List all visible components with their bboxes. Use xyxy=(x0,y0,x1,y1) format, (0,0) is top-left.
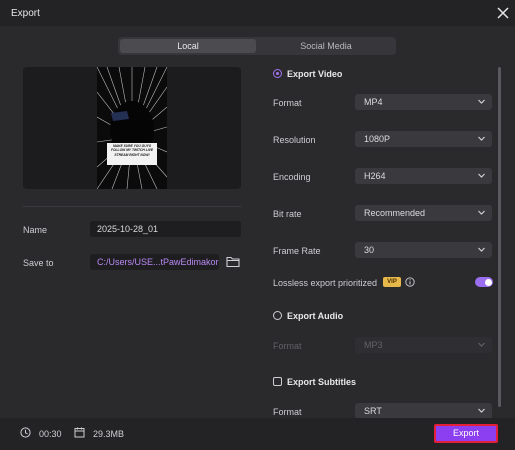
export-audio-radio[interactable] xyxy=(273,311,282,320)
file-size-icon xyxy=(74,427,85,438)
format-select[interactable]: MP4 xyxy=(355,94,492,110)
audio-format-label: Format xyxy=(273,341,302,351)
resolution-label: Resolution xyxy=(273,135,316,145)
chevron-down-icon xyxy=(478,247,485,252)
export-subtitles-label: Export Subtitles xyxy=(287,377,357,387)
encoding-label: Encoding xyxy=(273,172,311,182)
info-icon[interactable] xyxy=(405,277,415,287)
vip-badge: VIP xyxy=(383,277,401,287)
file-size-text: 29.3MB xyxy=(93,429,125,439)
chevron-down-icon xyxy=(478,136,485,141)
window-title: Export xyxy=(11,8,40,19)
lossless-label: Lossless export prioritized xyxy=(273,278,378,288)
name-label: Name xyxy=(23,225,48,235)
chevron-down-icon xyxy=(478,342,485,347)
preview-thumbnail: MAKE SURE YOU GUYS FOLLOW MY TWITCH LIVE… xyxy=(97,67,167,189)
chevron-down-icon xyxy=(478,210,485,215)
format-label: Format xyxy=(273,98,302,108)
folder-icon[interactable] xyxy=(226,255,240,268)
subtitle-format-select[interactable]: SRT xyxy=(355,403,492,419)
chevron-down-icon xyxy=(478,408,485,413)
export-audio-label: Export Audio xyxy=(287,311,344,321)
export-button[interactable]: Export xyxy=(434,424,498,443)
audio-format-select[interactable]: MP3 xyxy=(355,337,492,353)
encoding-select[interactable]: H264 xyxy=(355,168,492,184)
export-video-radio[interactable] xyxy=(273,69,282,78)
scrollbar[interactable] xyxy=(498,67,501,407)
name-input[interactable]: 2025-10-28_01 xyxy=(90,221,241,237)
lossless-toggle[interactable] xyxy=(475,277,493,287)
subtitle-format-label: Format xyxy=(273,407,302,417)
save-path-input[interactable]: C:/Users/USE...tPawEdimakor xyxy=(90,254,219,270)
preview-caption: MAKE SURE YOU GUYS FOLLOW MY TWITCH LIVE… xyxy=(107,143,157,165)
chevron-down-icon xyxy=(478,173,485,178)
frame-rate-select[interactable]: 30 xyxy=(355,242,492,258)
video-preview: MAKE SURE YOU GUYS FOLLOW MY TWITCH LIVE… xyxy=(23,67,241,189)
clock-icon xyxy=(20,427,31,438)
frame-rate-label: Frame Rate xyxy=(273,246,321,256)
export-video-label: Export Video xyxy=(287,69,343,79)
save-to-label: Save to xyxy=(23,258,54,268)
tab-social-media[interactable]: Social Media xyxy=(258,39,394,53)
tab-bar: Local Social Media xyxy=(118,37,396,55)
divider xyxy=(23,206,241,207)
resolution-select[interactable]: 1080P xyxy=(355,131,492,147)
burst-lines-graphic xyxy=(97,67,167,189)
chevron-down-icon xyxy=(478,99,485,104)
bit-rate-label: Bit rate xyxy=(273,209,302,219)
bit-rate-select[interactable]: Recommended xyxy=(355,205,492,221)
export-subtitles-checkbox[interactable] xyxy=(273,377,282,386)
tab-local[interactable]: Local xyxy=(120,39,256,53)
close-icon[interactable] xyxy=(495,5,511,21)
duration-text: 00:30 xyxy=(39,429,62,439)
title-bar xyxy=(0,0,515,26)
